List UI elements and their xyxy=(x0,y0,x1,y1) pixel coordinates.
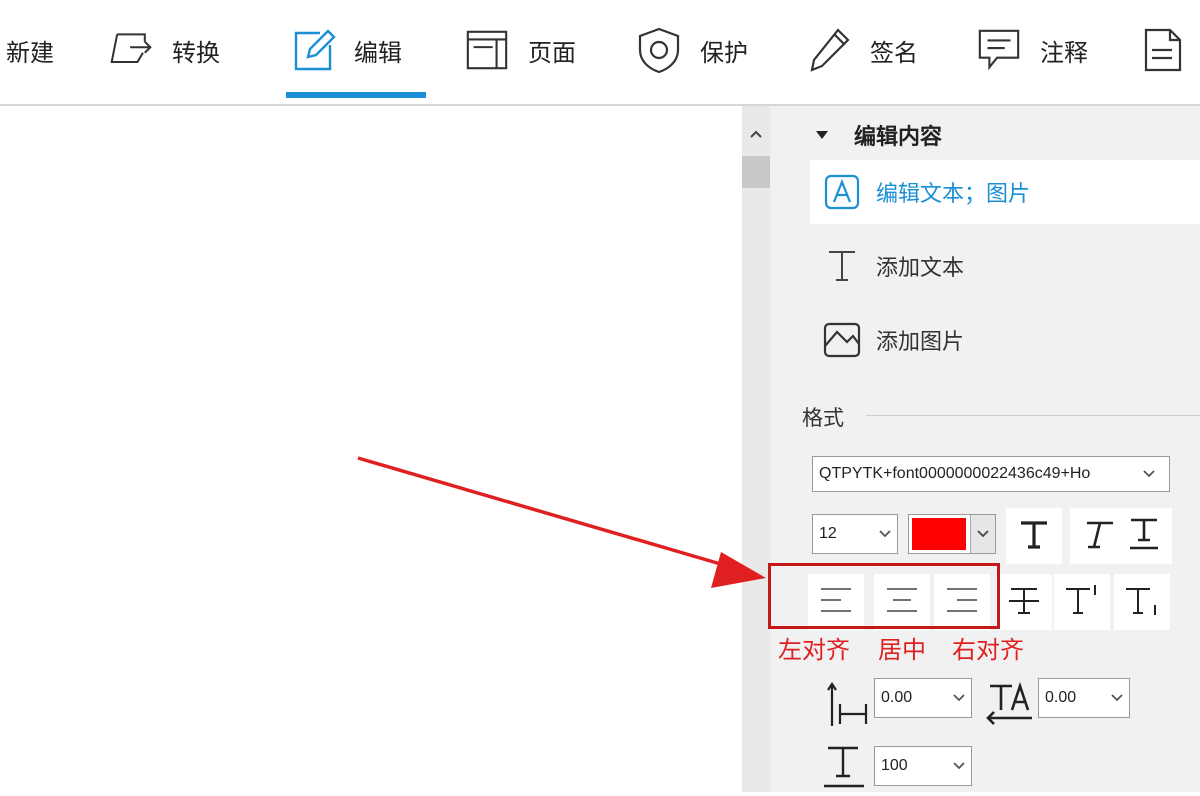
annotation-label-right: 右对齐 xyxy=(952,636,1024,664)
annotation-label-center: 居中 xyxy=(878,636,926,664)
annotation-arrow xyxy=(357,456,766,588)
annotation-label-left: 左对齐 xyxy=(778,636,850,664)
alignment-highlight-box xyxy=(768,563,1000,629)
